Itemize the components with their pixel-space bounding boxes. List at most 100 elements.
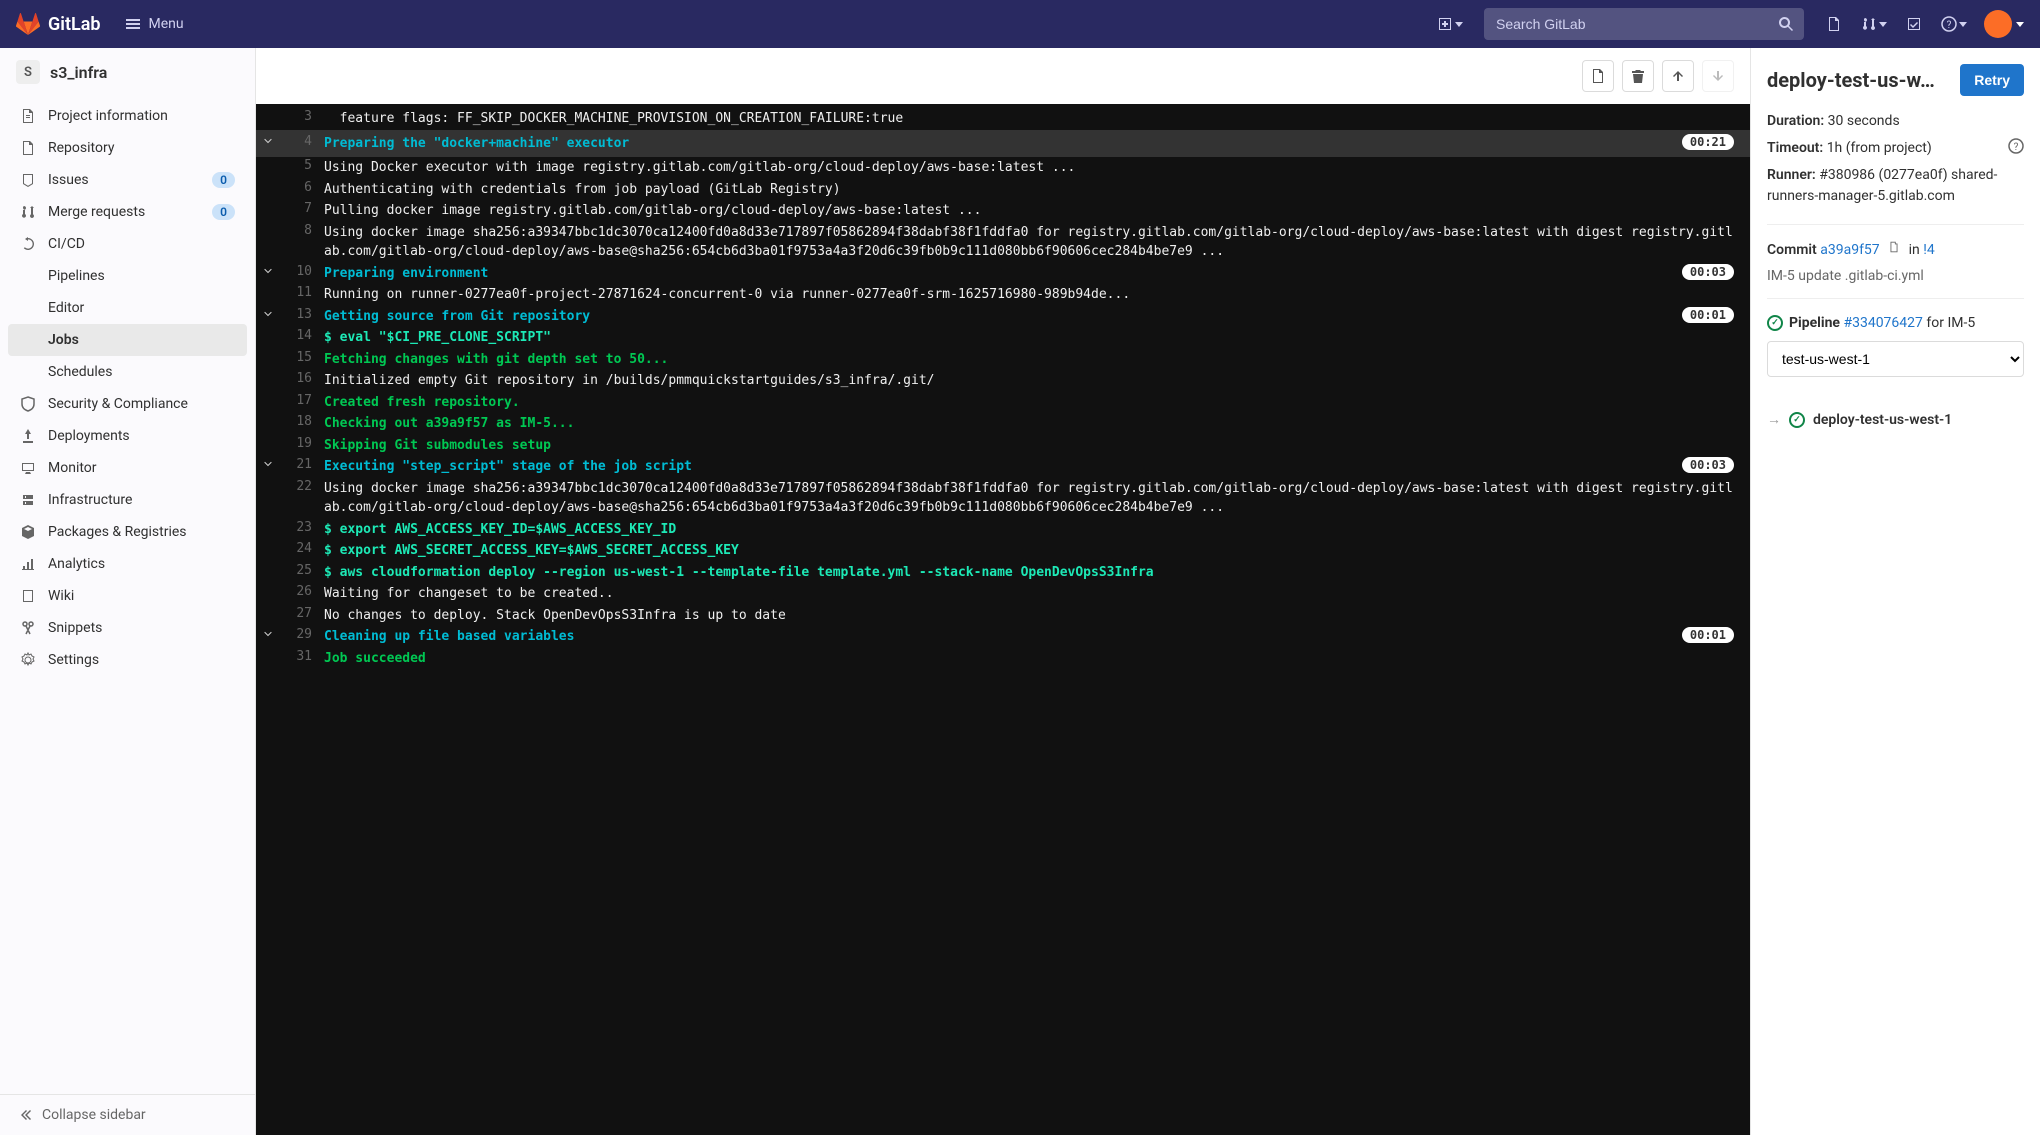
- timeout-value: 1h (from project): [1827, 140, 1932, 156]
- collapse-section-icon[interactable]: [256, 134, 280, 151]
- scroll-bottom-button[interactable]: [1702, 60, 1734, 92]
- log-line: 4Preparing the "docker+machine" executor…: [256, 130, 1750, 158]
- merge-requests-shortcut[interactable]: [1852, 8, 1896, 40]
- sidebar-item-label: Repository: [48, 140, 235, 156]
- line-number: 6: [280, 180, 324, 195]
- log-text: Pulling docker image registry.gitlab.com…: [324, 201, 1734, 221]
- help-menu[interactable]: ?: [1932, 8, 1976, 40]
- arrow-right-icon: →: [1767, 411, 1781, 428]
- commit-in: in: [1909, 242, 1920, 258]
- commit-label: Commit: [1767, 242, 1817, 258]
- search-input[interactable]: [1484, 8, 1804, 40]
- log-text: Executing "step_script" stage of the job…: [324, 457, 1674, 477]
- line-number: 14: [280, 328, 324, 343]
- retry-button[interactable]: Retry: [1960, 64, 2024, 96]
- log-text: Created fresh repository.: [324, 393, 1734, 413]
- erase-log-button[interactable]: [1622, 60, 1654, 92]
- section-duration: 00:03: [1682, 264, 1734, 280]
- project-header[interactable]: S s3_infra: [0, 48, 255, 96]
- sidebar-item-snippets[interactable]: Snippets: [8, 612, 247, 644]
- sidebar-subitem-schedules[interactable]: Schedules: [8, 356, 247, 388]
- line-number: 15: [280, 350, 324, 365]
- job-log-panel: 3 feature flags: FF_SKIP_DOCKER_MACHINE_…: [256, 48, 1750, 1135]
- job-status-icon: [1789, 412, 1805, 428]
- log-text: Waiting for changeset to be created..: [324, 584, 1734, 604]
- sidebar-item-label: Monitor: [48, 460, 235, 476]
- plus-box-icon: [1437, 16, 1453, 32]
- pipeline-label: Pipeline: [1789, 315, 1840, 331]
- sidebar-item-wiki[interactable]: Wiki: [8, 580, 247, 612]
- project-sidebar: S s3_infra Project information Repository…: [0, 48, 256, 1135]
- sidebar-item-repository[interactable]: Repository: [8, 132, 247, 164]
- collapse-section-icon[interactable]: [256, 264, 280, 281]
- line-number: 21: [280, 457, 324, 472]
- log-text: Running on runner-0277ea0f-project-27871…: [324, 285, 1734, 305]
- settings-icon: [20, 652, 36, 668]
- line-number: 27: [280, 606, 324, 621]
- sidebar-item-project-information[interactable]: Project information: [8, 100, 247, 132]
- pipeline-id-link[interactable]: #334076427: [1843, 315, 1922, 331]
- log-line: 29Cleaning up file based variables00:01: [256, 626, 1750, 648]
- log-text: Skipping Git submodules setup: [324, 436, 1734, 456]
- raw-log-button[interactable]: [1582, 60, 1614, 92]
- mr-icon: [20, 204, 36, 220]
- arrow-up-icon: [1670, 68, 1686, 84]
- sidebar-item-monitor[interactable]: Monitor: [8, 452, 247, 484]
- line-number: 24: [280, 541, 324, 556]
- related-job-link[interactable]: → deploy-test-us-west-1: [1767, 405, 2024, 434]
- log-line: 13Getting source from Git repository00:0…: [256, 306, 1750, 328]
- arrow-down-icon: [1710, 68, 1726, 84]
- infra-icon: [20, 492, 36, 508]
- menu-label: Menu: [149, 16, 184, 32]
- sidebar-item-label: CI/CD: [48, 236, 235, 252]
- stage-select[interactable]: test-us-west-1: [1767, 341, 2024, 377]
- job-log[interactable]: 3 feature flags: FF_SKIP_DOCKER_MACHINE_…: [256, 104, 1750, 1135]
- todos-shortcut[interactable]: [1896, 8, 1932, 40]
- commit-sha-link[interactable]: a39a9f57: [1820, 242, 1879, 258]
- sidebar-item-label: Project information: [48, 108, 235, 124]
- merge-request-icon: [1861, 16, 1877, 32]
- log-line: 24$ export AWS_SECRET_ACCESS_KEY=$AWS_SE…: [256, 540, 1750, 562]
- collapse-section-icon[interactable]: [256, 627, 280, 644]
- job-title: deploy-test-us-w…: [1767, 68, 1952, 92]
- sidebar-item-merge-requests[interactable]: Merge requests0: [8, 196, 247, 228]
- gitlab-logo[interactable]: GitLab: [16, 12, 101, 36]
- sidebar-item-label: Settings: [48, 652, 235, 668]
- sidebar-subitem-pipelines[interactable]: Pipelines: [8, 260, 247, 292]
- section-duration: 00:01: [1682, 307, 1734, 323]
- sidebar-item-security-compliance[interactable]: Security & Compliance: [8, 388, 247, 420]
- user-menu[interactable]: [1976, 10, 2024, 38]
- top-navbar: GitLab Menu ?: [0, 0, 2040, 48]
- menu-button[interactable]: Menu: [125, 16, 184, 32]
- line-number: 13: [280, 307, 324, 322]
- new-button[interactable]: [1428, 8, 1472, 40]
- issues-shortcut[interactable]: [1816, 8, 1852, 40]
- search-box: [1484, 8, 1804, 40]
- scroll-top-button[interactable]: [1662, 60, 1694, 92]
- duration-value: 30 seconds: [1828, 113, 1900, 129]
- copy-sha-button[interactable]: [1887, 242, 1901, 258]
- line-number: 16: [280, 371, 324, 386]
- timeout-help-icon[interactable]: ?: [2008, 138, 2024, 161]
- sidebar-item-infrastructure[interactable]: Infrastructure: [8, 484, 247, 516]
- issues-icon: [20, 172, 36, 188]
- search-icon: [1778, 16, 1794, 36]
- collapse-section-icon[interactable]: [256, 457, 280, 474]
- sidebar-item-ci-cd[interactable]: CI/CD: [8, 228, 247, 260]
- collapse-sidebar-button[interactable]: Collapse sidebar: [0, 1094, 255, 1135]
- log-toolbar: [256, 48, 1750, 104]
- sidebar-item-packages-registries[interactable]: Packages & Registries: [8, 516, 247, 548]
- todo-icon: [1906, 16, 1922, 32]
- sidebar-item-settings[interactable]: Settings: [8, 644, 247, 676]
- repo-icon: [20, 140, 36, 156]
- sidebar-subitem-editor[interactable]: Editor: [8, 292, 247, 324]
- sidebar-item-issues[interactable]: Issues0: [8, 164, 247, 196]
- sidebar-item-analytics[interactable]: Analytics: [8, 548, 247, 580]
- sidebar-subitem-jobs[interactable]: Jobs: [8, 324, 247, 356]
- duration-label: Duration:: [1767, 113, 1824, 129]
- merge-request-link[interactable]: !4: [1923, 242, 1934, 258]
- sidebar-item-label: Merge requests: [48, 204, 200, 220]
- document-icon: [1826, 16, 1842, 32]
- collapse-section-icon[interactable]: [256, 307, 280, 324]
- sidebar-item-deployments[interactable]: Deployments: [8, 420, 247, 452]
